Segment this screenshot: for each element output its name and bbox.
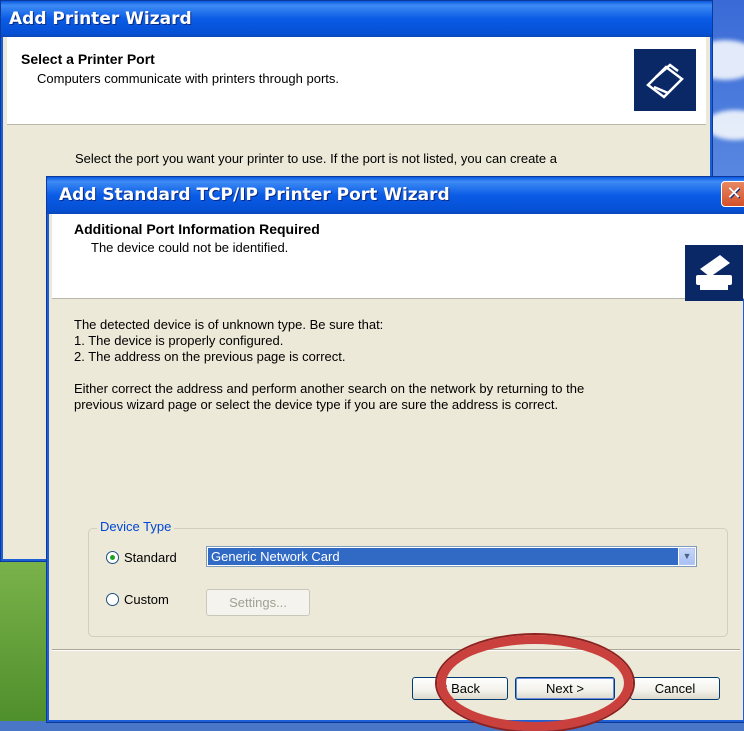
device-unknown-paragraph: The detected device is of unknown type. … [74,317,714,365]
tcpip-port-wizard-window: Add Standard TCP/IP Printer Port Wizard … [46,176,744,723]
text-line: 1. The device is properly configured. [74,333,284,348]
standard-radio-label[interactable]: Standard [124,550,177,565]
window-title-bar[interactable]: Add Printer Wizard [1,1,712,37]
groupbox-legend: Device Type [97,519,175,534]
window-title: Add Printer Wizard [9,9,192,29]
device-type-select[interactable]: Generic Network Card ▼ [206,546,697,567]
select-value[interactable]: Generic Network Card [208,548,678,565]
custom-radio-label[interactable]: Custom [124,592,169,607]
header-subtitle: Computers communicate with printers thro… [37,71,340,86]
chevron-down-icon[interactable]: ▼ [679,548,695,565]
wizard-body: The detected device is of unknown type. … [74,317,714,429]
header-title: Additional Port Information Required [74,221,320,237]
printer-icon [634,49,696,111]
text-line: Either correct the address and perform a… [74,381,585,396]
device-type-groupbox: Device Type [88,519,728,637]
radio-checked-icon[interactable] [106,551,119,564]
cancel-button[interactable]: Cancel [630,677,720,700]
wizard-header: Select a Printer Port Computers communic… [7,37,706,125]
text-line: 2. The address on the previous page is c… [74,349,346,364]
radio-unchecked-icon[interactable] [106,593,119,606]
instructions-paragraph: Either correct the address and perform a… [74,381,714,413]
window-title-bar[interactable]: Add Standard TCP/IP Printer Port Wizard … [47,177,744,214]
port-instructions: Select the port you want your printer to… [75,151,557,166]
header-title: Select a Printer Port [21,51,155,67]
text-line: The detected device is of unknown type. … [74,317,384,332]
button-separator [52,649,740,651]
standard-radio-option[interactable]: Standard [106,550,177,565]
close-button[interactable]: ✕ [721,181,744,207]
custom-radio-option[interactable]: Custom [106,592,169,607]
printer-network-icon [685,245,743,301]
header-subtitle: The device could not be identified. [91,240,289,255]
window-title: Add Standard TCP/IP Printer Port Wizard [59,185,450,205]
text-line: previous wizard page or select the devic… [74,397,559,412]
highlight-annotation-ring [437,635,633,731]
settings-button[interactable]: Settings... [206,589,310,616]
